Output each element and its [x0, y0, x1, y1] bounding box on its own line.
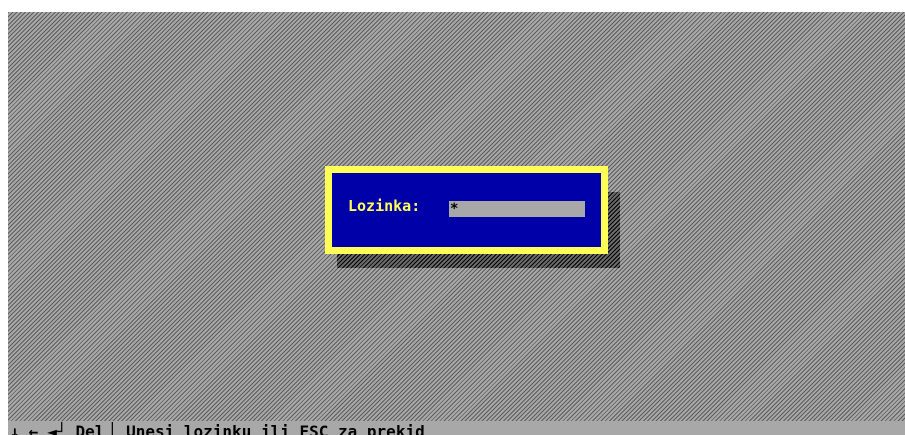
- left-arrow-key-icon: ←: [28, 422, 39, 435]
- enter-key-icon: ◄┘: [47, 422, 67, 435]
- password-label: Lozinka:: [348, 197, 421, 215]
- dos-desktop: Lozinka: * ↓ ← ◄┘ Del │ Unesi lozinku il…: [8, 12, 905, 435]
- status-separator: │: [107, 422, 118, 435]
- down-arrow-key-icon: ↓: [10, 422, 20, 435]
- password-dialog: Lozinka: *: [325, 166, 608, 254]
- delete-key-label: Del: [75, 422, 105, 435]
- password-input[interactable]: *: [449, 201, 585, 217]
- status-hint: Unesi lozinku ili ESC za prekid: [126, 422, 425, 435]
- status-bar: ↓ ← ◄┘ Del │ Unesi lozinku ili ESC za pr…: [8, 421, 905, 435]
- password-value: *: [450, 201, 459, 217]
